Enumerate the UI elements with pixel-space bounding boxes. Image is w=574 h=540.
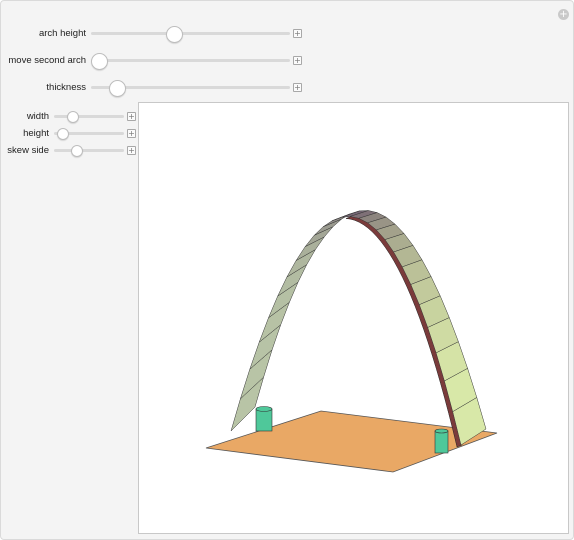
left-pier-cylinder <box>255 406 273 432</box>
width-track[interactable] <box>54 115 124 118</box>
thickness-slider-thumb[interactable] <box>109 80 127 97</box>
3d-graphics-viewport[interactable] <box>138 102 569 534</box>
thickness-label: thickness <box>46 82 86 93</box>
arch-height-label: arch height <box>38 28 86 39</box>
move-second-arch-track[interactable] <box>91 59 290 62</box>
move-second-arch-label: move second arch <box>8 55 86 66</box>
skew-side-plus-icon[interactable]: + <box>127 146 136 155</box>
arch-height-track[interactable] <box>91 32 290 35</box>
skew-side-track[interactable] <box>54 149 124 152</box>
right-pier-cylinder <box>434 428 449 454</box>
add-options-icon[interactable]: + <box>558 9 569 20</box>
skew-side-slider-thumb[interactable] <box>71 145 84 157</box>
skew-side-label: skew side <box>7 145 49 156</box>
height-slider-thumb[interactable] <box>57 128 69 140</box>
manipulate-panel: + arch height + move second arch + thick… <box>0 0 574 540</box>
width-label: width <box>26 111 49 122</box>
width-plus-icon[interactable]: + <box>127 112 136 121</box>
thickness-plus-icon[interactable]: + <box>293 83 302 92</box>
arch-height-plus-icon[interactable]: + <box>293 29 302 38</box>
arch-scene[interactable] <box>139 103 568 533</box>
width-slider-thumb[interactable] <box>67 111 80 123</box>
height-plus-icon[interactable]: + <box>127 129 136 138</box>
move-second-arch-plus-icon[interactable]: + <box>293 56 302 65</box>
height-label: height <box>23 128 49 139</box>
move-second-arch-slider-thumb[interactable] <box>91 53 108 70</box>
arch-height-slider-thumb[interactable] <box>166 26 184 43</box>
